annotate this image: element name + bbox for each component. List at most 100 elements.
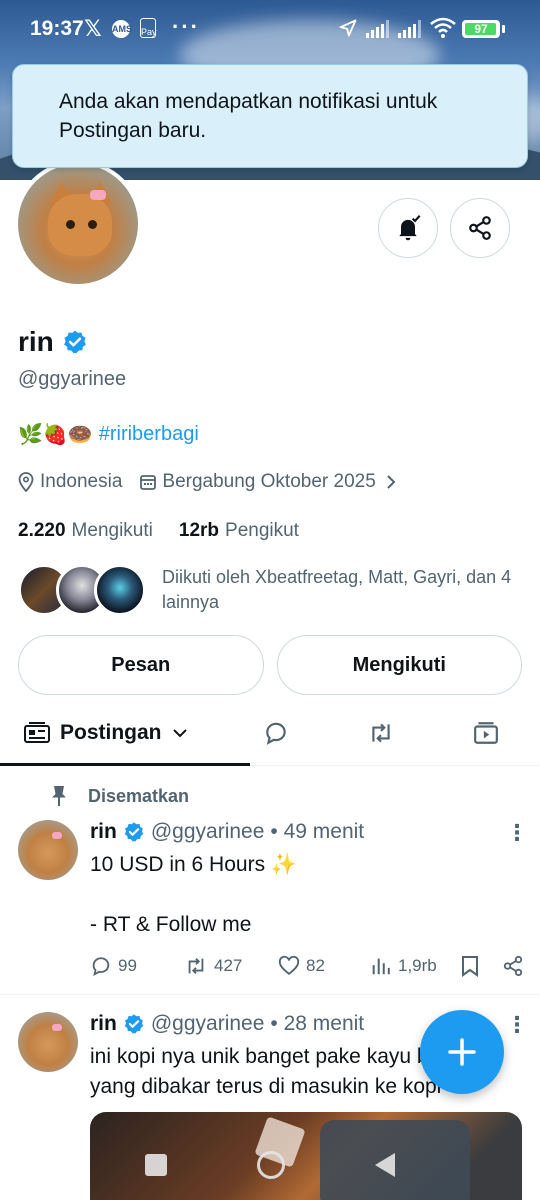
status-time: 19:37 bbox=[30, 17, 84, 40]
profile-joined[interactable]: Bergabung Oktober 2025 bbox=[140, 471, 401, 493]
share-button[interactable] bbox=[502, 955, 524, 977]
share-profile-button[interactable] bbox=[450, 198, 510, 258]
bookmark-icon bbox=[462, 956, 478, 977]
bio-emoji: 🌿🍓🍩 bbox=[18, 424, 93, 446]
views-count: 1,9rb bbox=[398, 956, 437, 975]
tab-posts[interactable]: Postingan bbox=[24, 700, 188, 766]
following-button[interactable]: Mengikuti bbox=[276, 635, 522, 695]
post-header: rin @ggyarinee • 28 menit bbox=[90, 1012, 364, 1036]
bookmark-button[interactable] bbox=[460, 955, 502, 977]
post-actions: 99 427 82 1,9rb bbox=[90, 955, 530, 977]
post-header: rin @ggyarinee • 49 menit bbox=[90, 820, 364, 844]
profile-name-row: rin bbox=[18, 326, 88, 358]
chevron-down-icon bbox=[172, 729, 187, 738]
message-button[interactable]: Pesan bbox=[18, 635, 264, 695]
profile-actions: Pesan Mengikuti bbox=[18, 635, 522, 695]
repost-icon bbox=[188, 958, 204, 974]
home-button[interactable] bbox=[257, 1151, 285, 1179]
chevron-right-icon bbox=[387, 475, 396, 489]
verified-badge-icon bbox=[124, 822, 144, 842]
tab-media[interactable] bbox=[472, 700, 500, 766]
share-icon bbox=[503, 955, 523, 977]
profile-stats: 2.220 Mengikuti 12rb Pengikut bbox=[18, 520, 299, 542]
post-text-line: yang dibakar terus di masukin ke kopi bbox=[90, 1075, 442, 1098]
followed-by-text: Diikuti oleh Xbeatfreetag, Matt, Gayri, … bbox=[162, 567, 512, 612]
profile-meta: Indonesia Bergabung Oktober 2025 bbox=[18, 471, 420, 493]
pinned-label: Disematkan bbox=[50, 785, 189, 807]
profile-tabs: Postingan bbox=[0, 700, 540, 766]
location-text: Indonesia bbox=[40, 471, 123, 492]
bell-check-icon bbox=[399, 215, 421, 241]
profile-avatar[interactable] bbox=[14, 160, 142, 288]
calendar-icon bbox=[140, 475, 157, 490]
active-tab-indicator bbox=[0, 763, 250, 766]
posts-tab-icon bbox=[24, 722, 50, 743]
tab-reposts[interactable] bbox=[366, 700, 396, 766]
cat-eye bbox=[88, 220, 97, 229]
following-label[interactable]: Mengikuti bbox=[72, 520, 153, 542]
post-author-name[interactable]: rin bbox=[90, 820, 117, 844]
views-chart-icon bbox=[372, 958, 390, 975]
back-button[interactable] bbox=[375, 1153, 395, 1177]
post-time: • 49 menit bbox=[270, 820, 365, 843]
compose-post-button[interactable] bbox=[420, 1010, 504, 1094]
repost-icon bbox=[372, 723, 390, 743]
ams-icon: AMS bbox=[112, 20, 132, 38]
tab-posts-label: Postingan bbox=[60, 721, 162, 744]
post-avatar[interactable] bbox=[18, 1012, 78, 1072]
pay-icon: Pay bbox=[140, 18, 157, 38]
post-text-line: - RT & Follow me bbox=[90, 913, 252, 936]
bio-hashtag-link[interactable]: #ririberbagi bbox=[99, 423, 199, 446]
system-nav-bar bbox=[0, 1130, 540, 1200]
repost-count: 427 bbox=[214, 956, 243, 975]
post-author-name[interactable]: rin bbox=[90, 1012, 117, 1036]
profile-location: Indonesia bbox=[18, 471, 122, 493]
views-button[interactable]: 1,9rb bbox=[370, 955, 460, 977]
x-logo-icon: 𝕏 bbox=[84, 16, 102, 41]
post-divider bbox=[0, 994, 540, 995]
battery-level: 97 bbox=[474, 22, 488, 36]
more-notifications-icon: ··· bbox=[172, 14, 200, 39]
reply-icon bbox=[92, 957, 110, 977]
wifi-icon bbox=[430, 17, 456, 38]
joined-text: Bergabung Oktober 2025 bbox=[162, 471, 376, 492]
notification-toast[interactable]: Anda akan mendapatkan notifikasi untuk P… bbox=[12, 64, 528, 168]
post-more-icon[interactable]: ⋮ bbox=[506, 820, 528, 846]
signal-icon bbox=[398, 20, 421, 38]
followers-label[interactable]: Pengikut bbox=[225, 520, 299, 542]
cat-bow bbox=[90, 190, 106, 200]
post-author-handle[interactable]: @ggyarinee bbox=[151, 1012, 265, 1036]
following-count[interactable]: 2.220 bbox=[18, 520, 66, 542]
plus-icon bbox=[448, 1038, 476, 1066]
post-text-line: ini kopi nya unik banget pake kayu bus bbox=[90, 1045, 451, 1068]
status-bar: 19:37 𝕏 AMS Pay ··· 97 bbox=[0, 0, 540, 60]
notifications-toggle-button[interactable] bbox=[378, 198, 438, 258]
location-pin-icon bbox=[18, 472, 34, 492]
post-avatar[interactable] bbox=[18, 820, 78, 880]
followed-by-row[interactable]: Diikuti oleh Xbeatfreetag, Matt, Gayri, … bbox=[18, 564, 522, 616]
repost-button[interactable]: 427 bbox=[184, 955, 278, 977]
signal-icon bbox=[366, 20, 389, 38]
post-time: • 28 menit bbox=[270, 1012, 365, 1035]
cat-face bbox=[48, 194, 112, 256]
profile-handle: @ggyarinee bbox=[18, 368, 127, 390]
followers-count[interactable]: 12rb bbox=[179, 520, 219, 542]
profile-name: rin bbox=[18, 326, 54, 357]
reply-count: 99 bbox=[118, 956, 137, 975]
pinned-text: Disematkan bbox=[88, 785, 190, 806]
pin-icon bbox=[52, 786, 66, 806]
battery-tip bbox=[502, 25, 505, 33]
reply-button[interactable]: 99 bbox=[90, 955, 184, 977]
like-button[interactable]: 82 bbox=[278, 955, 370, 977]
post-author-handle[interactable]: @ggyarinee bbox=[151, 820, 265, 844]
tab-replies[interactable] bbox=[262, 700, 290, 766]
recent-apps-button[interactable] bbox=[145, 1154, 167, 1176]
location-arrow-icon bbox=[339, 19, 357, 37]
share-icon bbox=[469, 216, 491, 240]
reply-bubble-icon bbox=[266, 722, 286, 745]
profile-bio: 🌿🍓🍩 #ririberbagi bbox=[18, 422, 199, 447]
post-more-icon[interactable]: ⋮ bbox=[506, 1012, 528, 1038]
verified-badge-icon[interactable] bbox=[62, 329, 88, 355]
like-count: 82 bbox=[306, 956, 325, 975]
post-text-line: 10 USD in 6 Hours ✨ bbox=[90, 853, 298, 876]
